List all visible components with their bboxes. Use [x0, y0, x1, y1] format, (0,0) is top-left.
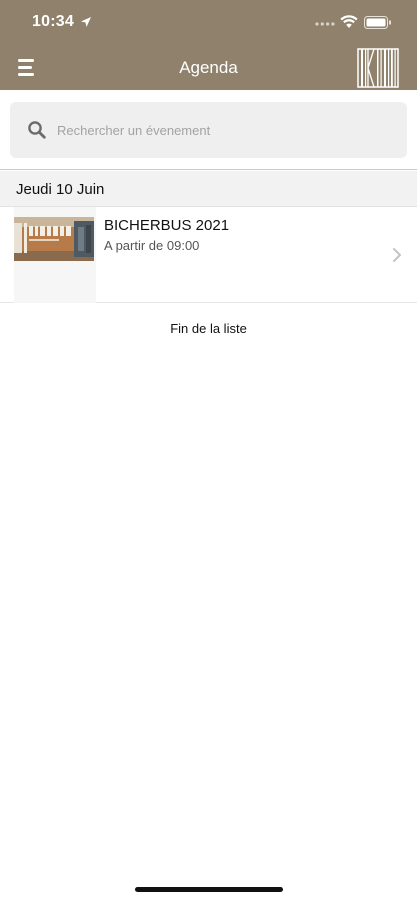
- location-arrow-icon: [81, 17, 91, 27]
- status-time: 10:34: [32, 13, 74, 30]
- end-of-list-label: Fin de la liste: [170, 321, 247, 336]
- battery-icon: [364, 16, 391, 29]
- event-thumbnail-image: [14, 217, 94, 261]
- event-list-item[interactable]: BICHERBUS 2021 A partir de 09:00: [0, 207, 417, 303]
- navigation-bar: Agenda: [0, 46, 417, 90]
- search-input[interactable]: [57, 122, 377, 138]
- page-title: Agenda: [179, 58, 238, 77]
- date-section-header: Jeudi 10 Juin: [0, 171, 417, 207]
- wifi-icon: [340, 15, 358, 28]
- barcode-logo-icon: [357, 48, 399, 88]
- chevron-right-icon: [393, 248, 401, 262]
- signal-dots-icon: [315, 22, 335, 26]
- event-title: BICHERBUS 2021: [104, 217, 230, 234]
- search-box[interactable]: [10, 102, 407, 158]
- home-indicator[interactable]: [135, 887, 283, 892]
- event-time: A partir de 09:00: [104, 238, 200, 253]
- status-bar: 10:34: [0, 0, 417, 46]
- search-icon: [28, 121, 46, 139]
- search-bar-container: [0, 90, 417, 170]
- top-bar: 10:34 Agenda: [0, 0, 417, 90]
- section-date-label: Jeudi 10 Juin: [16, 181, 105, 198]
